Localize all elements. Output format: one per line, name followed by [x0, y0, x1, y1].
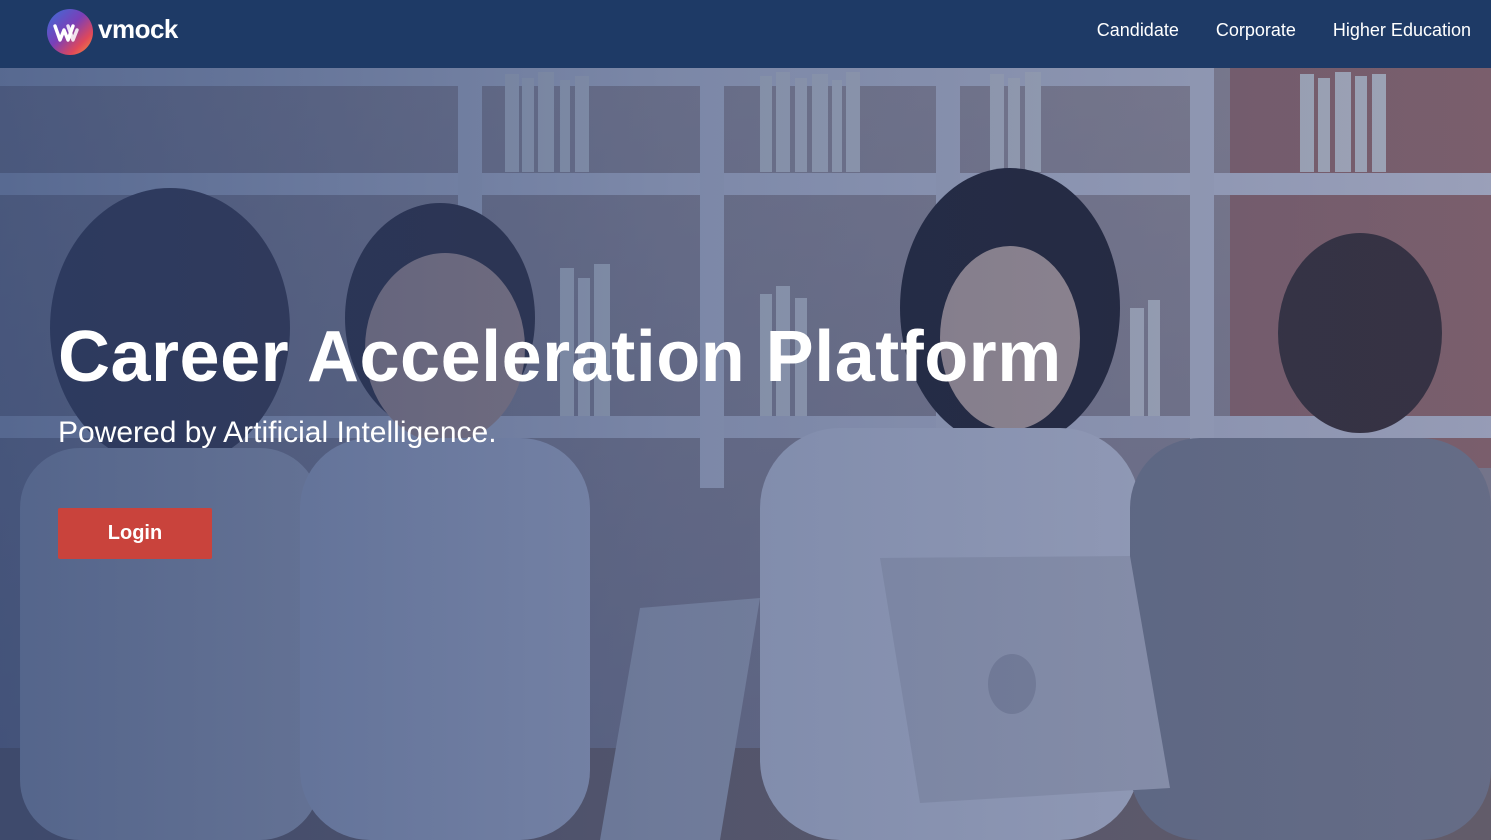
- hero-section: Career Acceleration Platform Powered by …: [0, 68, 1491, 840]
- top-navbar: vmock Candidate Corporate Higher Educati…: [0, 0, 1491, 68]
- brand-logo[interactable]: vmock: [46, 7, 178, 57]
- nav-link-corporate[interactable]: Corporate: [1216, 20, 1296, 41]
- hero-subtitle: Powered by Artificial Intelligence.: [58, 416, 497, 449]
- login-button[interactable]: Login: [58, 508, 212, 559]
- main-nav: Candidate Corporate Higher Education: [1060, 0, 1471, 60]
- hero-overlay: [0, 68, 1491, 840]
- page-title: Career Acceleration Platform: [58, 317, 1062, 397]
- nav-link-candidate[interactable]: Candidate: [1097, 20, 1179, 41]
- nav-link-higher-education[interactable]: Higher Education: [1333, 20, 1471, 41]
- vmock-logo-icon: [47, 9, 93, 55]
- brand-name: vmock: [98, 13, 178, 44]
